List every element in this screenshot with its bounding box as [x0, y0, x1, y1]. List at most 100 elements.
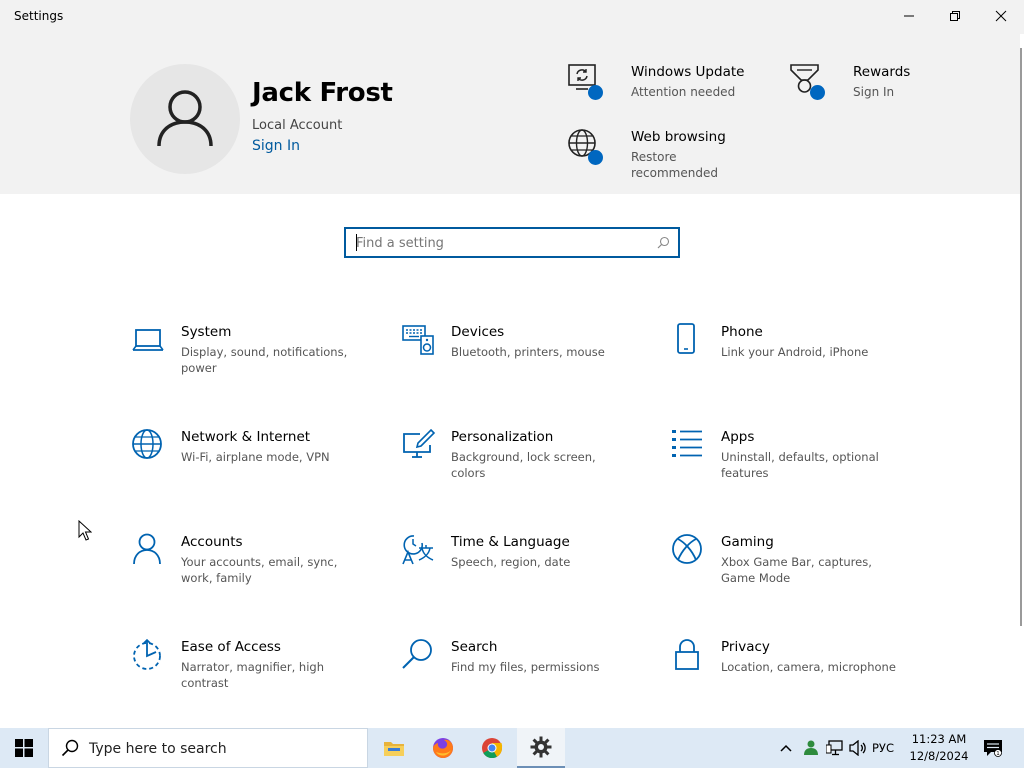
tray-network[interactable] [824, 728, 846, 768]
category-description: Bluetooth, printers, mouse [451, 345, 605, 359]
keyboard-speaker-icon [402, 325, 434, 355]
category-description: Speech, region, date [451, 555, 571, 569]
tray-volume[interactable] [847, 728, 869, 768]
category-name: Accounts [181, 534, 243, 550]
title-bar: Settings [0, 0, 1024, 34]
find-setting-search[interactable] [344, 227, 680, 258]
rewards-item[interactable]: Rewards Sign In [788, 62, 948, 112]
category-ease-of-access[interactable]: Ease of Access Narrator, magnifier, high… [132, 638, 372, 702]
globe-icon [132, 429, 162, 459]
input-language[interactable]: РУС [872, 741, 894, 755]
category-description: Narrator, magnifier, high contrast [181, 660, 324, 690]
window-title: Settings [14, 9, 64, 23]
phone-icon [677, 323, 695, 354]
category-description: Xbox Game Bar, captures, Game Mode [721, 555, 872, 585]
chevron-up-icon [780, 744, 792, 752]
tray-people[interactable] [800, 728, 822, 768]
xbox-icon [672, 534, 702, 564]
category-devices[interactable]: Devices Bluetooth, printers, mouse [402, 323, 642, 387]
settings-header: Jack Frost Local Account Sign In Windows… [0, 34, 1020, 194]
category-gaming[interactable]: Gaming Xbox Game Bar, captures, Game Mod… [672, 533, 912, 597]
taskbar-clock[interactable]: 11:23 AM 12/8/2024 [906, 731, 972, 765]
mouse-cursor-icon [78, 520, 92, 541]
sign-in-link[interactable]: Sign In [252, 138, 300, 154]
search-icon[interactable] [657, 236, 670, 249]
category-name: Time & Language [451, 534, 570, 550]
category-description: Location, camera, microphone [721, 660, 896, 674]
taskbar-firefox[interactable] [419, 728, 467, 768]
minimize-icon [904, 15, 914, 17]
category-phone[interactable]: Phone Link your Android, iPhone [672, 323, 912, 387]
taskbar-settings[interactable] [517, 728, 565, 768]
scrollbar[interactable] [1020, 48, 1022, 626]
network-monitor-icon [826, 740, 843, 756]
svg-text:1: 1 [996, 751, 1000, 757]
category-apps[interactable]: Apps Uninstall, defaults, optional featu… [672, 428, 912, 492]
category-name: Personalization [451, 429, 554, 445]
lock-icon [675, 639, 699, 670]
action-center-button[interactable]: 1 [980, 728, 1006, 768]
clock-date: 12/8/2024 [909, 749, 969, 763]
restore-icon [950, 11, 960, 21]
category-description: Link your Android, iPhone [721, 345, 869, 359]
category-system[interactable]: System Display, sound, notifications, po… [132, 323, 372, 387]
category-personalization[interactable]: Personalization Background, lock screen,… [402, 428, 642, 492]
web-browsing-status-line1: Restore [631, 150, 677, 164]
category-description: Find my files, permissions [451, 660, 600, 674]
category-name: Ease of Access [181, 639, 281, 655]
category-description: Your accounts, email, sync, work, family [181, 555, 338, 585]
category-time-language[interactable]: Time & Language Speech, region, date [402, 533, 642, 597]
category-description: Display, sound, notifications, power [181, 345, 348, 375]
category-name: Gaming [721, 534, 774, 550]
time-language-icon [402, 535, 434, 565]
user-name: Jack Frost [252, 78, 393, 108]
taskbar-file-explorer[interactable] [370, 728, 418, 768]
account-type: Local Account [252, 118, 343, 133]
clock-time: 11:23 AM [911, 732, 967, 746]
maximize-button[interactable] [932, 0, 978, 32]
settings-gear-icon [530, 736, 552, 758]
file-explorer-icon [384, 742, 404, 756]
laptop-icon [132, 329, 164, 351]
taskbar-chrome[interactable] [468, 728, 516, 768]
category-search[interactable]: Search Find my files, permissions [402, 638, 642, 702]
sync-monitor-icon [566, 62, 606, 102]
people-network-icon [804, 740, 818, 755]
monitor-pen-icon [403, 428, 436, 458]
rewards-sign-in: Sign In [853, 85, 895, 99]
user-icon [157, 90, 213, 147]
windows-update-item[interactable]: Windows Update Attention needed [566, 62, 766, 112]
web-browsing-item[interactable]: Web browsing Restore recommended [566, 127, 766, 181]
ease-of-access-icon [133, 638, 161, 670]
firefox-icon [433, 738, 453, 758]
category-description: Background, lock screen, colors [451, 450, 596, 480]
category-name: Network & Internet [181, 429, 311, 445]
speaker-icon [849, 740, 866, 756]
category-accounts[interactable]: Accounts Your accounts, email, sync, wor… [132, 533, 372, 597]
close-icon [995, 10, 1007, 22]
category-description: Wi-Fi, airplane mode, VPN [181, 450, 330, 464]
text-caret [356, 234, 357, 251]
category-name: Privacy [721, 639, 770, 655]
windows-update-status: Attention needed [631, 85, 736, 99]
trophy-icon [788, 62, 828, 102]
category-name: Apps [721, 429, 755, 445]
web-browsing-title: Web browsing [631, 129, 726, 145]
search-input[interactable] [356, 234, 646, 252]
web-browsing-status: Restore recommended [631, 149, 718, 181]
category-description: Uninstall, defaults, optional features [721, 450, 879, 480]
search-icon [61, 739, 79, 757]
notification-icon: 1 [984, 740, 1002, 757]
taskbar-search[interactable]: Type here to search [48, 728, 368, 768]
start-button[interactable] [0, 728, 48, 768]
windows-update-title: Windows Update [631, 64, 745, 80]
category-privacy[interactable]: Privacy Location, camera, microphone [672, 638, 912, 702]
avatar[interactable] [130, 64, 240, 174]
chrome-icon [482, 738, 503, 759]
globe-icon [566, 127, 606, 167]
category-network-internet[interactable]: Network & Internet Wi-Fi, airplane mode,… [132, 428, 372, 492]
close-button[interactable] [978, 0, 1024, 32]
taskbar: Type here to search РУС 11:23 AM 12/8/20… [0, 728, 1024, 768]
minimize-button[interactable] [886, 0, 932, 32]
tray-show-hidden[interactable] [777, 728, 795, 768]
